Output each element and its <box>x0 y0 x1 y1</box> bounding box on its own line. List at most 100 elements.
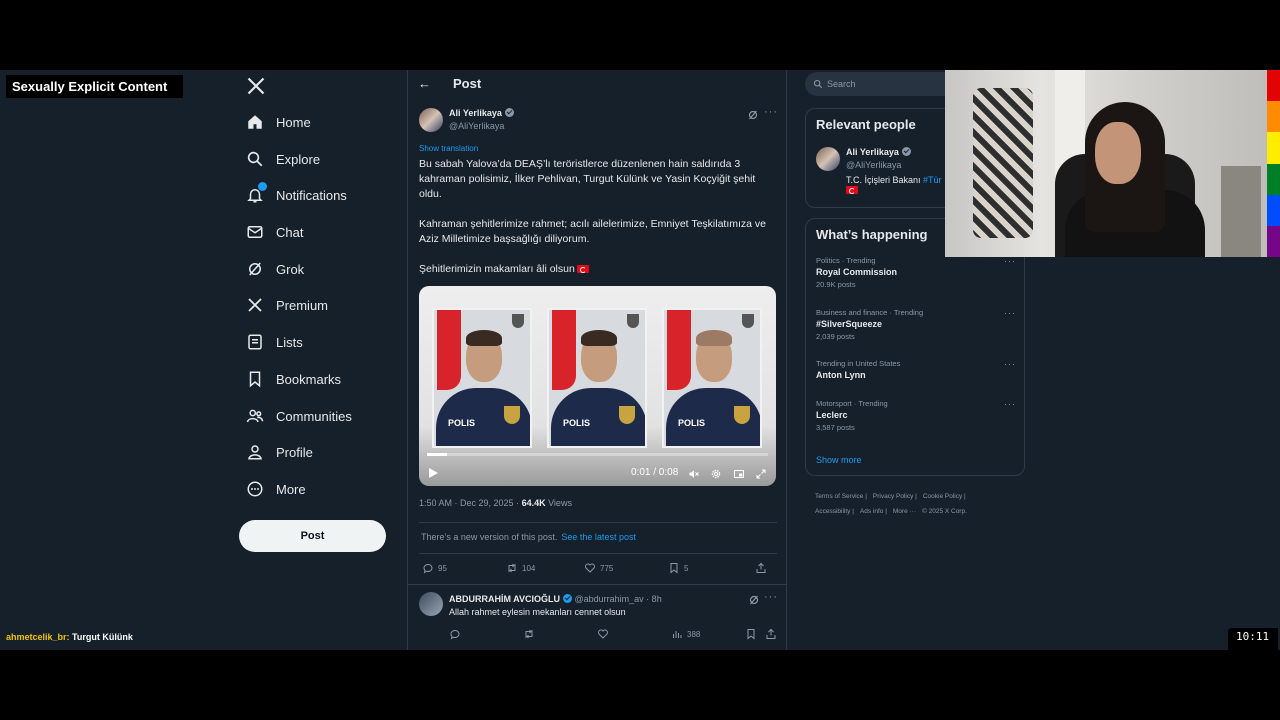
trend-item[interactable]: Business and finance · Trending #SilverS… <box>816 308 1016 341</box>
home-icon <box>246 113 264 131</box>
card-title: What’s happening <box>816 227 928 242</box>
video-player[interactable]: POLIS POLIS POLIS 0:01 / 0:08 <box>419 286 776 486</box>
mute-icon[interactable] <box>688 467 700 479</box>
officer-photo: POLIS <box>547 308 647 448</box>
trend-item[interactable]: Politics · Trending Royal Commission 20.… <box>816 256 1016 289</box>
post-button[interactable]: Post <box>239 520 386 552</box>
back-arrow-icon[interactable]: ← <box>418 76 431 91</box>
new-version-notice: There’s a new version of this post. See t… <box>421 532 636 542</box>
post-column: ← Post Ali Yerlikaya @AliYerlikaya ··· S… <box>407 70 787 650</box>
sidebar-item-label: Communities <box>276 408 352 424</box>
more-options-icon[interactable]: ··· <box>1004 359 1016 369</box>
sidebar-item-label: Premium <box>276 297 329 313</box>
post-text: Bu sabah Yalova’da DEAŞ’lı teröristlerce… <box>419 157 777 292</box>
sidebar-item-home[interactable]: Home <box>246 107 311 137</box>
heart-icon <box>598 629 608 639</box>
more-options-icon[interactable]: ··· <box>1004 256 1016 266</box>
officer-photo: POLIS <box>662 308 762 448</box>
x-logo-icon <box>246 296 264 314</box>
trend-item[interactable]: Motorsport · Trending Leclerc 3,587 post… <box>816 399 1016 432</box>
bell-icon <box>246 182 267 204</box>
sidebar-item-label: Explore <box>276 151 321 167</box>
repost-button[interactable] <box>523 628 539 640</box>
picture-in-picture-icon[interactable] <box>733 467 745 479</box>
more-options-icon[interactable]: ··· <box>1004 399 1016 409</box>
trend-item[interactable]: Trending in United States Anton Lynn ··· <box>816 359 1016 380</box>
fullscreen-icon[interactable] <box>755 467 767 479</box>
reply-avatar[interactable] <box>419 592 443 616</box>
person-bio: T.C. İçişleri Bakanı #Tür <box>846 175 942 195</box>
views-button[interactable]: 388 <box>671 628 700 640</box>
x-logo-icon[interactable] <box>246 76 266 96</box>
show-translation-link[interactable]: Show translation <box>419 144 478 153</box>
more-options-icon[interactable]: ··· <box>764 106 778 118</box>
footer-links: Terms of Service | Privacy Policy | Cookie… <box>815 493 967 515</box>
sidebar-item-explore[interactable]: Explore <box>246 144 320 174</box>
more-options-icon[interactable]: ··· <box>1004 308 1016 318</box>
repost-icon <box>508 563 516 573</box>
author-avatar[interactable] <box>419 108 443 132</box>
clock: 10:11 <box>1228 628 1278 650</box>
person-icon <box>246 443 264 461</box>
person-handle: @AliYerlikaya <box>846 160 902 170</box>
reply-button[interactable]: 95 <box>422 562 447 574</box>
list-icon <box>246 333 264 351</box>
like-button[interactable] <box>597 628 613 640</box>
author-name[interactable]: Ali Yerlikaya <box>449 108 514 118</box>
share-button[interactable] <box>755 562 771 574</box>
heart-icon <box>585 563 595 573</box>
card-title: Relevant people <box>816 117 916 132</box>
latest-post-link[interactable]: See the latest post <box>561 532 636 542</box>
reply-icon <box>423 564 433 574</box>
sidebar-item-grok[interactable]: Grok <box>246 254 304 284</box>
people-icon <box>246 407 264 425</box>
share-icon <box>766 628 776 639</box>
sidebar-item-label: Profile <box>276 444 313 460</box>
bookmark-icon <box>747 629 755 640</box>
app-frame: Home Explore Notifications Chat Grok Pre… <box>0 70 1280 650</box>
reply-button[interactable] <box>449 628 465 640</box>
reply-author[interactable]: ABDURRAHİM AVCIOĞLU @abdurrahim_av · 8h <box>449 594 662 604</box>
reply-icon <box>450 630 460 640</box>
sidebar-item-bookmarks[interactable]: Bookmarks <box>246 364 341 394</box>
sidebar-item-chat[interactable]: Chat <box>246 217 303 247</box>
grok-icon[interactable] <box>748 593 760 605</box>
like-button[interactable]: 775 <box>584 562 613 574</box>
video-time: 0:01 / 0:08 <box>631 467 679 478</box>
sidebar-item-profile[interactable]: Profile <box>246 437 313 467</box>
author-handle[interactable]: @AliYerlikaya <box>449 121 504 131</box>
person-avatar[interactable] <box>816 147 840 171</box>
sidebar-item-lists[interactable]: Lists <box>246 327 303 357</box>
sidebar-nav: Home Explore Notifications Chat Grok Pre… <box>236 70 406 650</box>
settings-gear-icon[interactable] <box>710 467 722 479</box>
sidebar-item-label: Lists <box>276 334 303 350</box>
sidebar-item-notifications[interactable]: Notifications <box>246 180 347 210</box>
person-name[interactable]: Ali Yerlikaya <box>846 147 911 157</box>
mail-icon <box>246 223 264 241</box>
webcam-overlay <box>945 70 1267 257</box>
repost-icon <box>525 629 533 639</box>
bookmark-button[interactable] <box>745 628 761 640</box>
share-button[interactable] <box>765 628 781 640</box>
views-chart-icon <box>673 631 682 638</box>
verified-badge-icon <box>504 108 514 117</box>
play-icon[interactable] <box>429 468 438 478</box>
chat-message: ahmetcelik_br: Turgut Külünk <box>6 632 133 642</box>
divider <box>419 522 777 523</box>
repost-button[interactable]: 104 <box>506 562 535 574</box>
sidebar-item-communities[interactable]: Communities <box>246 401 352 431</box>
sidebar-item-label: Bookmarks <box>276 371 342 387</box>
sidebar-item-premium[interactable]: Premium <box>246 290 328 320</box>
bookmark-button[interactable]: 5 <box>668 562 688 574</box>
divider <box>408 584 786 585</box>
search-input[interactable]: Search <box>805 72 965 96</box>
reply-item[interactable]: ABDURRAHİM AVCIOĞLU @abdurrahim_av · 8h … <box>419 591 781 650</box>
video-progress-bar[interactable] <box>427 453 768 456</box>
sidebar-item-more[interactable]: More <box>246 474 306 504</box>
sidebar-item-label: Chat <box>276 224 304 240</box>
grok-icon[interactable] <box>747 108 759 120</box>
sidebar-item-label: More <box>276 481 306 497</box>
more-options-icon[interactable]: ··· <box>764 591 778 603</box>
reply-text: Allah rahmet eylesin mekanları cennet ol… <box>449 607 626 617</box>
show-more-link[interactable]: Show more <box>816 455 862 465</box>
